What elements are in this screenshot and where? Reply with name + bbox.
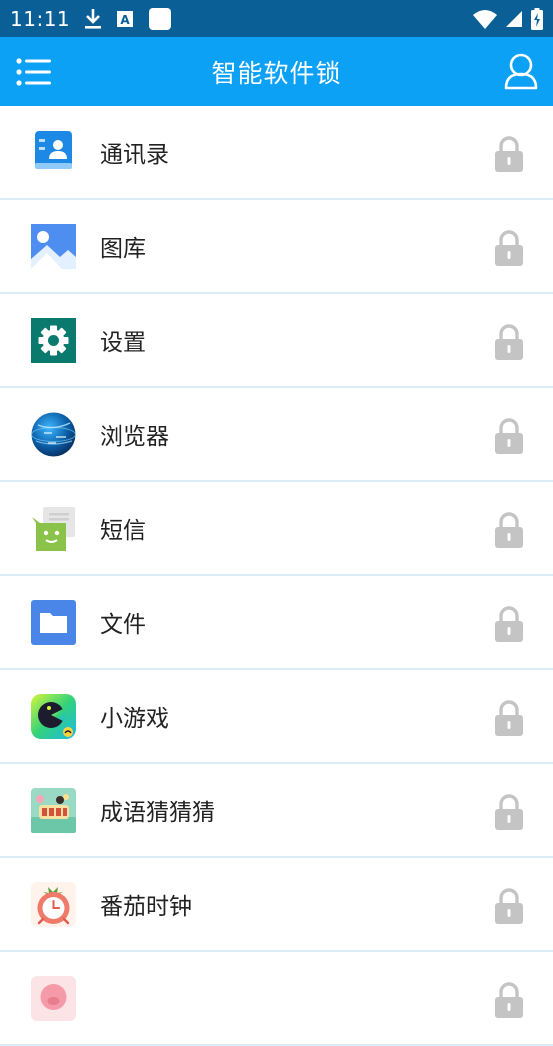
user-icon bbox=[504, 53, 538, 90]
list-item[interactable]: 图库 bbox=[0, 200, 553, 294]
battery-charging-icon bbox=[531, 7, 543, 30]
app-name-label: 通讯录 bbox=[100, 142, 169, 168]
signal-icon bbox=[506, 10, 522, 27]
minigame-icon bbox=[31, 694, 76, 739]
gallery-icon bbox=[31, 224, 76, 269]
app-title: 智能软件锁 bbox=[211, 58, 342, 88]
user-button[interactable] bbox=[503, 52, 539, 90]
app-name-label: 番茄时钟 bbox=[100, 894, 192, 920]
files-icon bbox=[31, 600, 76, 645]
app-name-label: 短信 bbox=[100, 518, 146, 544]
svg-text:A: A bbox=[120, 13, 130, 27]
list-item[interactable]: 浏览器 bbox=[0, 388, 553, 482]
app-list: 通讯录 图库 设置 浏览器 短信 文件 小游戏 成语猜猜猜 番茄时钟 bbox=[0, 106, 553, 1046]
status-notification-icons: A bbox=[84, 7, 172, 31]
list-item[interactable]: 设置 bbox=[0, 294, 553, 388]
status-time: 11:11 bbox=[10, 6, 71, 31]
list-item[interactable]: 文件 bbox=[0, 576, 553, 670]
lock-icon[interactable] bbox=[495, 136, 523, 172]
app-notification-icon bbox=[149, 7, 172, 30]
list-item[interactable]: 番茄时钟 bbox=[0, 858, 553, 952]
wifi-icon bbox=[473, 9, 497, 29]
list-item[interactable]: 短信 bbox=[0, 482, 553, 576]
app-name-label: 设置 bbox=[100, 330, 146, 356]
pig-app-icon bbox=[31, 976, 76, 1021]
lock-icon[interactable] bbox=[495, 230, 523, 266]
status-system-icons bbox=[473, 7, 543, 30]
lock-icon[interactable] bbox=[495, 982, 523, 1018]
settings-icon bbox=[31, 318, 76, 363]
lock-icon[interactable] bbox=[495, 606, 523, 642]
tomato-clock-icon bbox=[31, 882, 76, 927]
lock-icon[interactable] bbox=[495, 512, 523, 548]
list-item[interactable] bbox=[0, 952, 553, 1046]
app-name-label: 小游戏 bbox=[100, 706, 169, 732]
app-name-label: 浏览器 bbox=[100, 424, 169, 450]
app-name-label: 图库 bbox=[100, 236, 146, 262]
app-name-label: 成语猜猜猜 bbox=[100, 800, 215, 826]
idiom-game-icon bbox=[31, 788, 76, 833]
lock-icon[interactable] bbox=[495, 418, 523, 454]
lock-icon[interactable] bbox=[495, 888, 523, 924]
app-bar: 智能软件锁 bbox=[0, 37, 553, 106]
lock-icon[interactable] bbox=[495, 324, 523, 360]
app-name-label: 文件 bbox=[100, 612, 146, 638]
menu-icon bbox=[16, 58, 51, 86]
autofill-icon: A bbox=[117, 10, 134, 27]
download-icon bbox=[85, 8, 102, 29]
menu-button[interactable] bbox=[16, 57, 52, 87]
status-bar: 11:11 A bbox=[0, 0, 553, 37]
browser-icon bbox=[31, 412, 76, 457]
messages-icon bbox=[32, 507, 75, 551]
list-item[interactable]: 小游戏 bbox=[0, 670, 553, 764]
lock-icon[interactable] bbox=[495, 794, 523, 830]
contacts-icon bbox=[35, 131, 72, 169]
list-item[interactable]: 成语猜猜猜 bbox=[0, 764, 553, 858]
list-item[interactable]: 通讯录 bbox=[0, 106, 553, 200]
lock-icon[interactable] bbox=[495, 700, 523, 736]
